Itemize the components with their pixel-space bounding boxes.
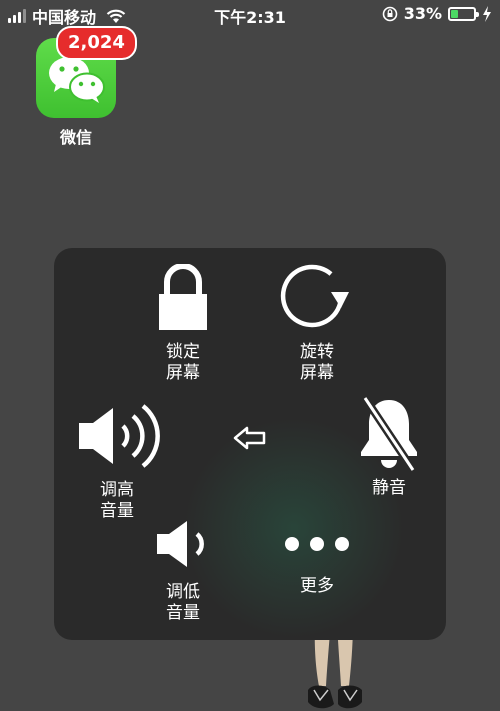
assistive-touch-menu: 锁定 屏幕 旋转 屏幕 调高 音量 静音 调低 音量 更多 (54, 248, 446, 640)
more-button[interactable]: 更多 (262, 532, 372, 597)
speaker-loud-icon (79, 404, 160, 468)
rotate-icon (280, 264, 349, 328)
speaker-low-icon (157, 521, 204, 567)
back-arrow-icon (233, 426, 266, 450)
mute-label: 静音 (372, 478, 406, 498)
volume-down-label-1: 调低 (166, 582, 200, 602)
rotate-screen-label-2: 屏幕 (300, 363, 334, 383)
rotate-screen-label-1: 旋转 (300, 342, 334, 362)
bell-slash-icon (361, 395, 417, 473)
battery-percentage: 33% (403, 4, 442, 23)
lock-screen-label-1: 锁定 (166, 342, 200, 362)
rotate-screen-button[interactable]: 旋转 屏幕 (262, 264, 372, 384)
more-dots-icon (285, 537, 349, 551)
lock-icon (159, 264, 207, 330)
back-button[interactable] (194, 426, 306, 450)
volume-down-button[interactable]: 调低 音量 (128, 516, 238, 624)
charging-bolt-icon (483, 5, 491, 22)
volume-down-label-2: 音量 (166, 603, 200, 623)
battery-icon (448, 6, 479, 21)
lock-screen-button[interactable]: 锁定 屏幕 (128, 264, 238, 384)
mute-button[interactable]: 静音 (334, 394, 444, 499)
rotation-lock-icon (382, 6, 398, 21)
volume-up-label-1: 调高 (100, 480, 134, 500)
volume-up-button[interactable]: 调高 音量 (62, 396, 172, 522)
app-label: 微信 (59, 128, 92, 147)
more-label: 更多 (300, 576, 334, 596)
status-bar: 中国移动 下午2:31 33% (0, 0, 500, 28)
lock-screen-label-2: 屏幕 (166, 363, 200, 383)
notification-badge: 2,024 (56, 26, 137, 60)
